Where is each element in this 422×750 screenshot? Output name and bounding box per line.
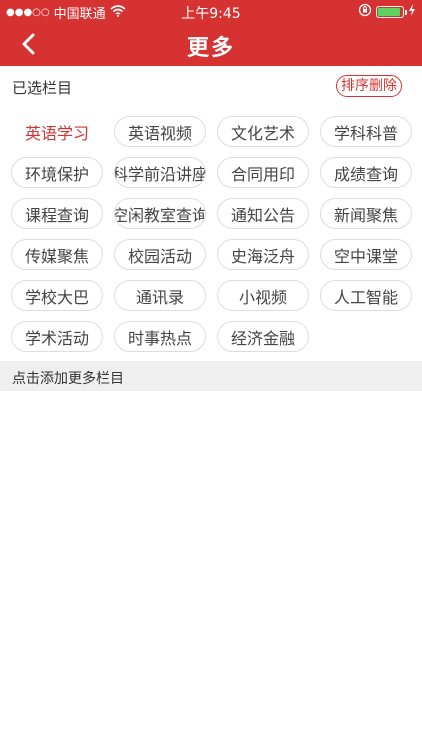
channel-chip[interactable]: 学科科普: [320, 116, 412, 147]
channel-chip[interactable]: 传媒聚焦: [11, 239, 103, 270]
selected-section-header: 已选栏目 排序删除: [0, 66, 422, 106]
channel-chip[interactable]: 空中课堂: [320, 239, 412, 270]
channel-chip[interactable]: 小视频: [217, 280, 309, 311]
rotation-lock-icon: [358, 3, 372, 21]
channel-chip[interactable]: 成绩查询: [320, 157, 412, 188]
channel-chip[interactable]: 科学前沿讲座: [114, 157, 206, 188]
channel-chip[interactable]: 课程查询: [11, 198, 103, 229]
channel-chip[interactable]: 合同用印: [217, 157, 309, 188]
add-more-section-header: 点击添加更多栏目: [0, 361, 422, 391]
channel-chip[interactable]: 空闲教室查询: [114, 198, 206, 229]
selected-section-title: 已选栏目: [12, 79, 73, 97]
status-bar: ●●●○○ 中国联通 上午9:45: [0, 0, 422, 22]
channel-chip[interactable]: 文化艺术: [217, 116, 309, 147]
channel-chip[interactable]: 英语视频: [114, 116, 206, 147]
channel-chip[interactable]: 环境保护: [11, 157, 103, 188]
page-title: 更多: [186, 36, 235, 61]
channel-chip[interactable]: 英语学习: [11, 116, 103, 147]
channel-chip[interactable]: 史海泛舟: [217, 239, 309, 270]
channel-chip[interactable]: 学校大巴: [11, 280, 103, 311]
channel-chip[interactable]: 时事热点: [114, 321, 206, 352]
channel-chip[interactable]: 人工智能: [320, 280, 412, 311]
channel-chip[interactable]: 新闻聚焦: [320, 198, 412, 229]
app-header: ●●●○○ 中国联通 上午9:45 更多: [0, 0, 422, 66]
channel-chip[interactable]: 通讯录: [114, 280, 206, 311]
channel-chip[interactable]: 经济金融: [217, 321, 309, 352]
add-more-title: 点击添加更多栏目: [12, 371, 124, 387]
battery-icon: [376, 6, 407, 18]
channel-chip[interactable]: 通知公告: [217, 198, 309, 229]
selected-channel-grid: 英语学习 英语视频 文化艺术 学科科普环境保护 科学前沿讲座 合同用印 成绩查询课程查询 空闲…: [11, 116, 412, 352]
navigation-bar: 更多: [0, 22, 422, 66]
status-bar-right: [358, 3, 416, 21]
channel-chip[interactable]: 学术活动: [11, 321, 103, 352]
sort-delete-button[interactable]: 排序删除: [336, 75, 402, 97]
charging-icon: [408, 4, 416, 20]
channel-chip[interactable]: 校园活动: [114, 239, 206, 270]
